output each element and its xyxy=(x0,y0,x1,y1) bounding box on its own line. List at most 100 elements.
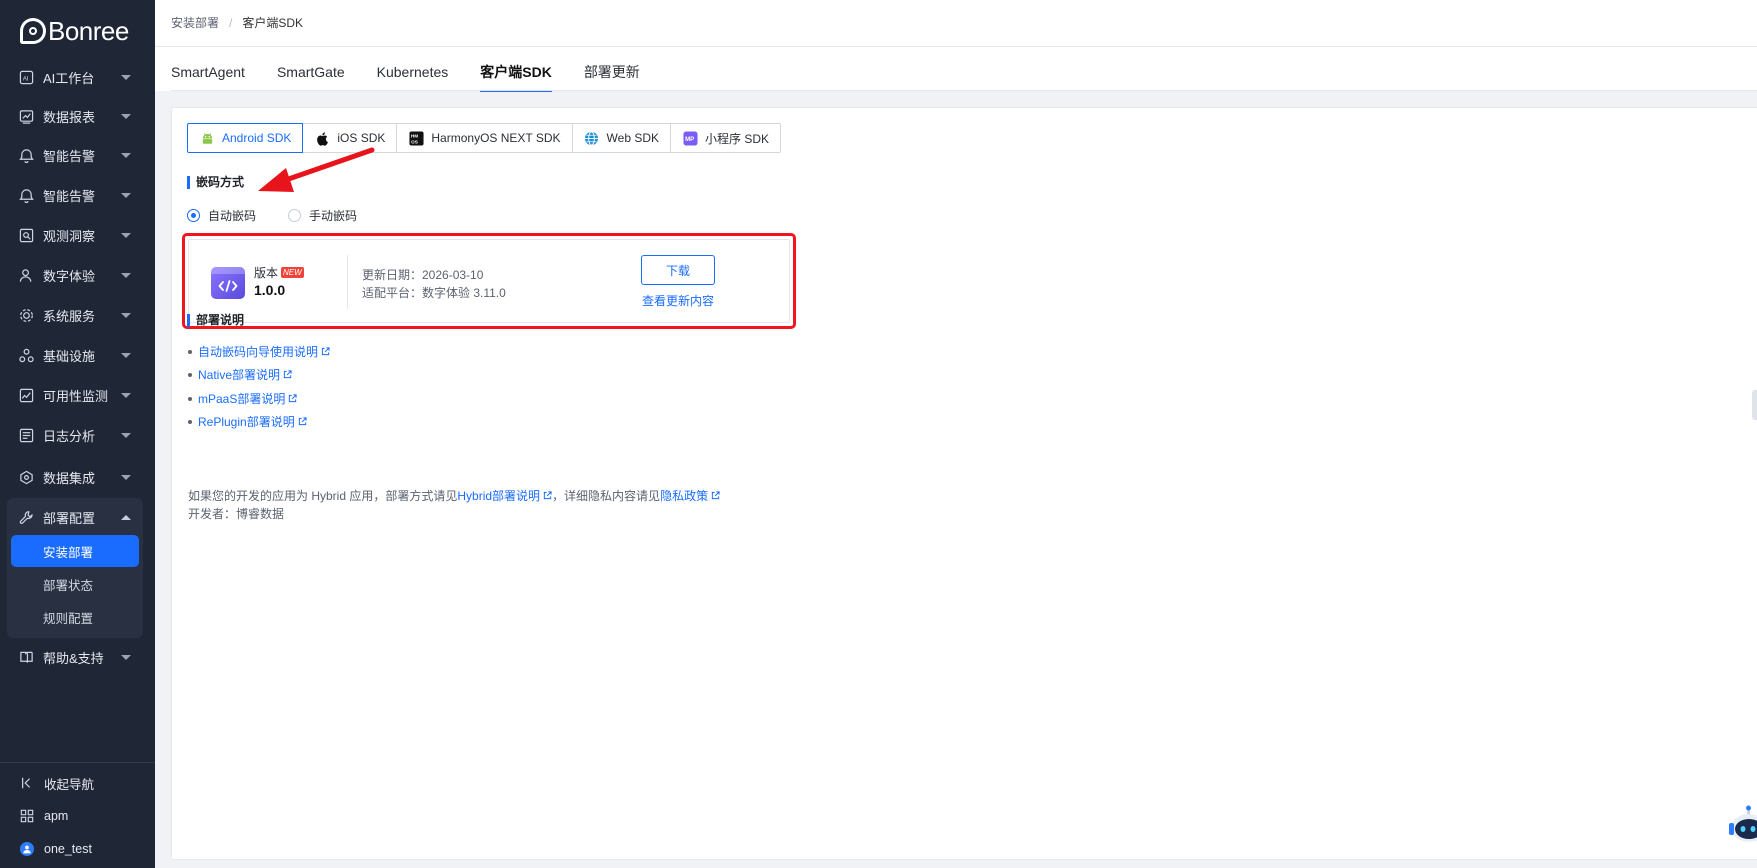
radio-unchecked-indicator xyxy=(288,209,302,222)
breadcrumb: 安装部署 / 客户端SDK xyxy=(171,14,303,31)
sidebar-item-label: 数据报表 xyxy=(43,109,96,125)
chevron-down-icon xyxy=(121,152,131,158)
sidebar-item-label: 部署配置 xyxy=(43,510,96,526)
tab-client-sdk[interactable]: 客户端SDK xyxy=(480,47,552,92)
sidebar-item-log-analysis[interactable]: 日志分析 xyxy=(0,415,155,455)
tabs-bar: SmartAgent SmartGate Kubernetes 客户端SDK 部… xyxy=(155,47,1757,92)
bonree-logo[interactable]: Bonree xyxy=(20,14,129,48)
version-label: 版本 xyxy=(254,266,279,280)
code-sdk-icon xyxy=(211,267,245,299)
bullet-dot xyxy=(188,419,192,424)
embed-method-radio-group: 自动嵌码 手动嵌码 xyxy=(187,207,389,224)
external-link-icon xyxy=(289,394,297,403)
update-date: 更新日期：2026-03-10 xyxy=(362,268,484,282)
chevron-down-icon xyxy=(121,352,131,358)
sidebar-item-alerts[interactable]: 智能告警 xyxy=(0,135,155,175)
collapse-nav-button[interactable]: 收起导航 xyxy=(0,767,155,799)
breadcrumb-current: 客户端SDK xyxy=(242,16,304,30)
sdk-content-card: Android SDK iOS SDK HM OS HarmonyOS NEXT … xyxy=(171,107,1757,860)
chevron-down-icon xyxy=(121,654,131,660)
sidebar-item-insight[interactable]: 观测洞察 xyxy=(0,215,155,255)
doc-link-native[interactable]: Native部署说明 xyxy=(188,366,292,383)
harmonyos-icon: HM OS xyxy=(408,130,424,146)
tab-kubernetes[interactable]: Kubernetes xyxy=(377,47,449,91)
red-arrow-annotation xyxy=(258,147,375,192)
sdk-tab-label: Android SDK xyxy=(222,131,292,145)
android-icon xyxy=(199,130,215,146)
log-icon xyxy=(18,427,34,443)
download-button[interactable]: 下载 xyxy=(641,255,715,285)
top-bar: 安装部署 / 客户端SDK xyxy=(155,0,1757,47)
sidebar-item-label: 数字体验 xyxy=(43,268,96,284)
chevron-down-icon xyxy=(121,432,131,438)
doc-link-replugin[interactable]: RePlugin部署说明 xyxy=(188,413,307,430)
bullet-dot xyxy=(188,396,192,401)
sidebar-subitem-rule-config[interactable]: 规则配置 xyxy=(11,601,139,633)
bullet-dot xyxy=(188,372,192,377)
chevron-down-icon xyxy=(121,113,131,119)
hybrid-deploy-link[interactable]: Hybrid部署说明 xyxy=(457,487,552,504)
sdk-tab-android[interactable]: Android SDK xyxy=(187,123,304,153)
radio-checked-indicator xyxy=(187,209,200,222)
sdk-tab-web[interactable]: Web SDK xyxy=(571,123,672,153)
infrastructure-icon xyxy=(18,347,34,363)
sdk-tab-harmonyos[interactable]: HM OS HarmonyOS NEXT SDK xyxy=(396,123,573,153)
sidebar-item-availability[interactable]: 可用性监测 xyxy=(0,375,155,415)
sidebar-item-system-services[interactable]: 系统服务 xyxy=(0,295,155,335)
sidebar-item-ai-workbench[interactable]: AI AI工作台 xyxy=(0,57,155,97)
alert-icon xyxy=(18,147,34,163)
sidebar-item-deploy-config[interactable]: 部署配置 xyxy=(0,497,155,537)
sdk-tab-label: 小程序 SDK xyxy=(705,131,770,146)
sidebar-subitem-deploy-status[interactable]: 部署状态 xyxy=(11,568,139,600)
doc-link-label: RePlugin部署说明 xyxy=(198,415,295,429)
developer-info: 开发者：博睿数据 xyxy=(188,507,285,521)
embed-method-title: 嵌码方式 xyxy=(187,176,244,189)
view-changelog-link[interactable]: 查看更新内容 xyxy=(642,292,714,309)
sidebar: Bonree AI AI工作台 数据报表 智能告警 智能告警 观测洞察 数字体验… xyxy=(0,0,155,868)
sdk-tab-label: HarmonyOS NEXT SDK xyxy=(431,131,561,145)
sidebar-item-infrastructure[interactable]: 基础设施 xyxy=(0,335,155,375)
user-label: one_test xyxy=(44,842,92,856)
report-icon xyxy=(18,108,34,124)
availability-icon xyxy=(18,387,34,403)
privacy-policy-link[interactable]: 隐私政策 xyxy=(660,487,720,504)
user-menu[interactable]: one_test xyxy=(0,833,155,865)
tabs-divider xyxy=(171,90,1757,91)
chevron-down-icon xyxy=(121,74,131,80)
sidebar-item-data-integration[interactable]: 数据集成 xyxy=(0,457,155,497)
assistant-robot-icon[interactable] xyxy=(1727,804,1757,848)
sidebar-item-label: 系统服务 xyxy=(43,308,96,324)
miniprogram-icon: MP xyxy=(682,130,698,146)
tab-smartgate[interactable]: SmartGate xyxy=(277,47,345,91)
globe-icon xyxy=(584,130,600,146)
sidebar-item-digital-experience[interactable]: 数字体验 xyxy=(0,255,155,295)
help-book-icon xyxy=(18,649,34,665)
sidebar-item-alerts-2[interactable]: 智能告警 xyxy=(0,175,155,215)
doc-link-label: 自动嵌码向导使用说明 xyxy=(198,345,319,359)
sidebar-item-reports[interactable]: 数据报表 xyxy=(0,96,155,136)
sidebar-subitem-install-deploy[interactable]: 安装部署 xyxy=(11,535,139,567)
side-drawer-handle[interactable] xyxy=(1752,390,1757,420)
new-badge: NEW xyxy=(281,267,304,278)
radio-manual-embed[interactable]: 手动嵌码 xyxy=(288,207,357,224)
sidebar-item-help-support[interactable]: 帮助&支持 xyxy=(0,637,155,677)
collapse-left-icon xyxy=(19,776,35,790)
chevron-down-icon xyxy=(121,232,131,238)
tab-smartagent[interactable]: SmartAgent xyxy=(171,47,245,91)
integration-icon xyxy=(18,469,34,485)
workspace-switcher[interactable]: apm xyxy=(0,800,155,832)
sdk-tab-miniprogram[interactable]: MP 小程序 SDK xyxy=(670,123,782,153)
doc-link-auto-embed-guide[interactable]: 自动嵌码向导使用说明 xyxy=(188,343,330,360)
sidebar-divider xyxy=(0,762,155,763)
breadcrumb-parent[interactable]: 安装部署 xyxy=(171,14,219,31)
radio-label: 手动嵌码 xyxy=(309,209,358,223)
deploy-docs-title: 部署说明 xyxy=(187,314,244,327)
hybrid-deploy-link-label: Hybrid部署说明 xyxy=(457,489,541,503)
tab-deploy-update[interactable]: 部署更新 xyxy=(584,47,640,91)
radio-label: 自动嵌码 xyxy=(208,209,257,223)
chevron-down-icon xyxy=(121,192,131,198)
chevron-down-icon xyxy=(121,392,131,398)
doc-link-mpaas[interactable]: mPaaS部署说明 xyxy=(188,390,297,407)
radio-auto-embed[interactable]: 自动嵌码 xyxy=(187,207,256,224)
chevron-up-icon xyxy=(121,514,131,520)
